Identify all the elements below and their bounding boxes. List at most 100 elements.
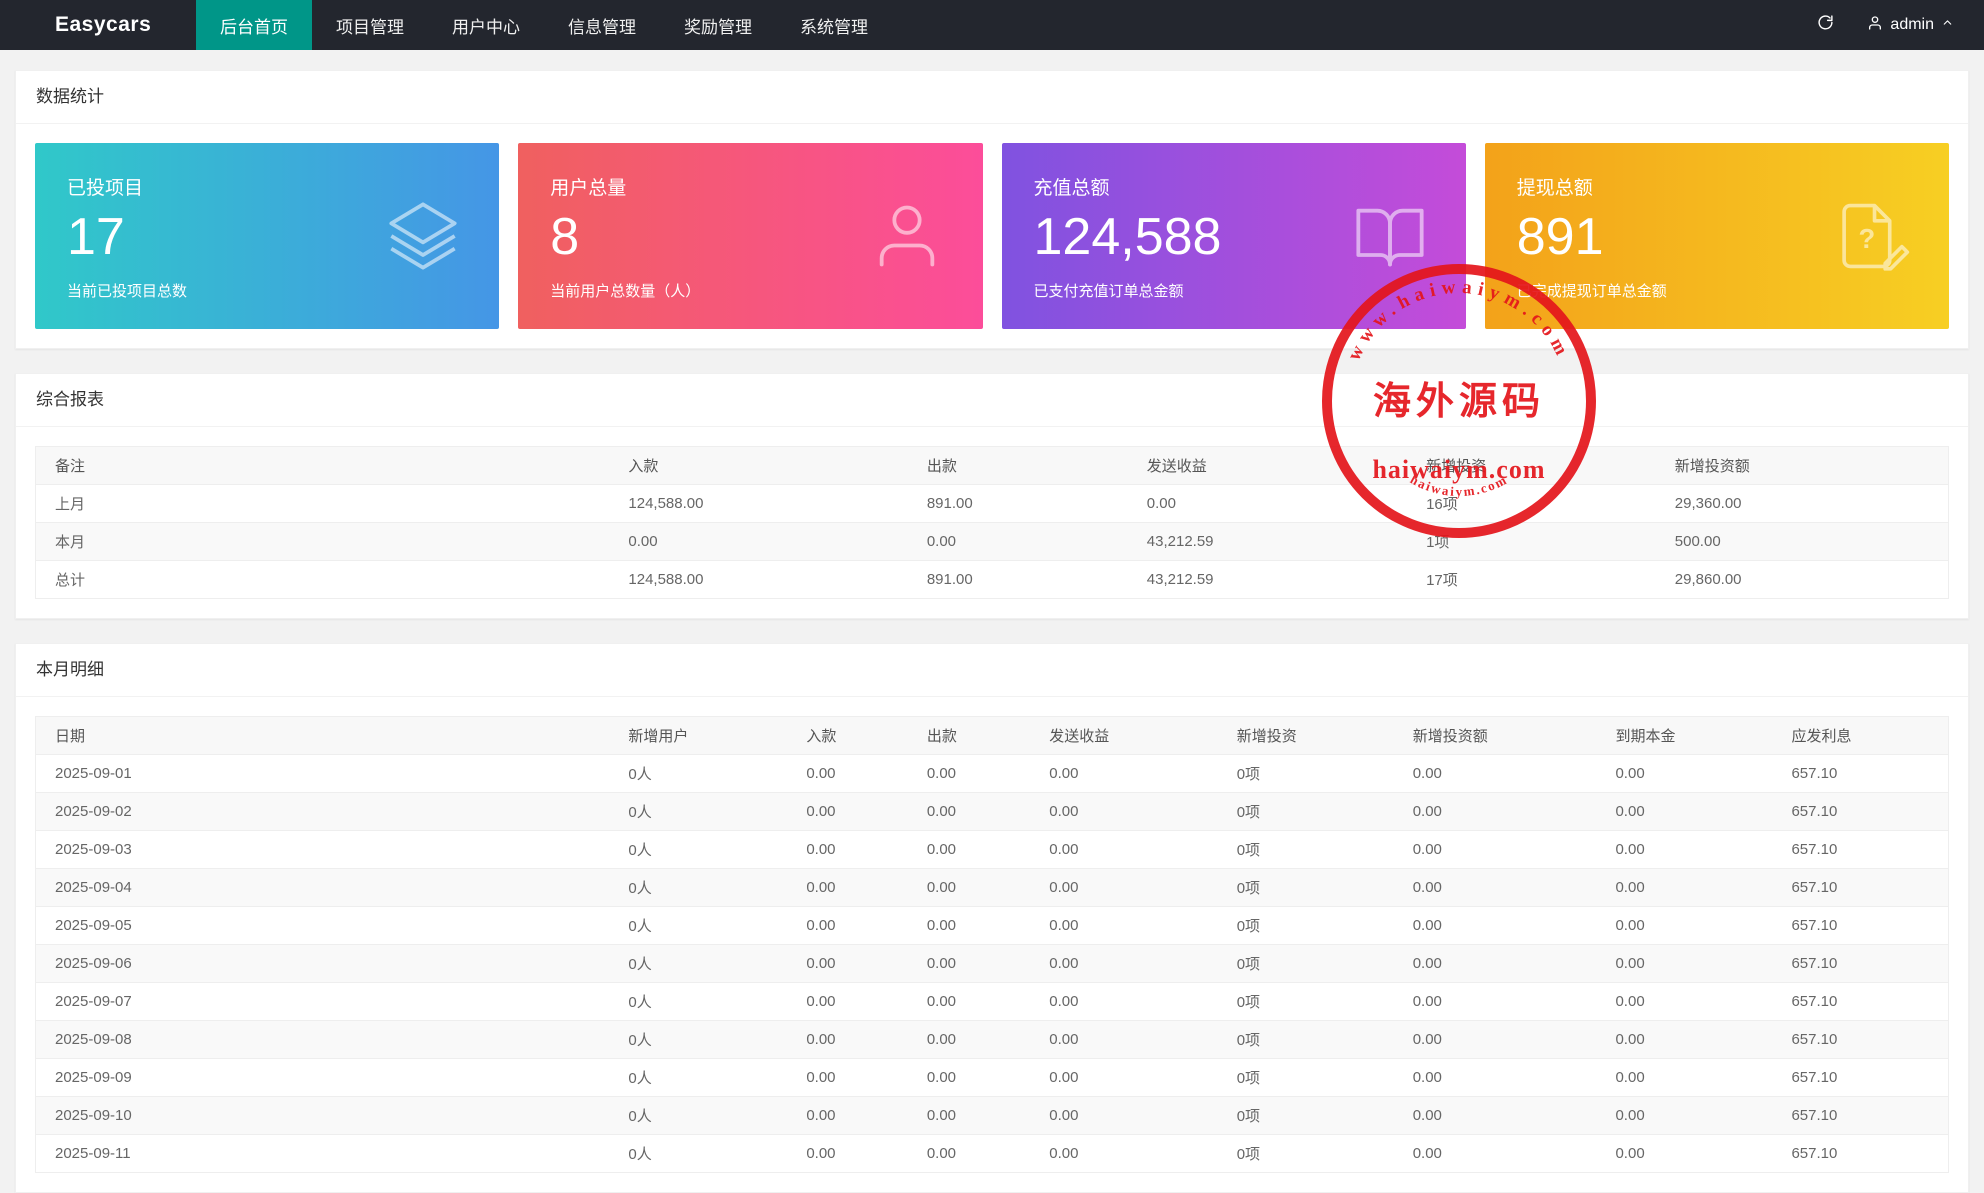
table-cell: 0.00 xyxy=(1030,869,1217,907)
column-header: 入款 xyxy=(787,717,908,755)
table-cell: 0.00 xyxy=(1030,907,1217,945)
table-cell: 2025-09-11 xyxy=(36,1135,610,1173)
table-cell: 0.00 xyxy=(1128,485,1407,523)
table-cell: 0.00 xyxy=(787,1097,908,1135)
column-header: 新增用户 xyxy=(609,717,787,755)
brand-logo: Easycars xyxy=(0,0,196,50)
table-cell: 0人 xyxy=(609,1135,787,1173)
column-header: 应发利息 xyxy=(1772,717,1948,755)
table-cell: 891.00 xyxy=(908,561,1128,599)
book-open-icon xyxy=(1352,198,1428,274)
table-cell: 891.00 xyxy=(908,485,1128,523)
table-cell: 2025-09-01 xyxy=(36,755,610,793)
nav-item-rewards[interactable]: 奖励管理 xyxy=(660,0,776,50)
table-cell: 0.00 xyxy=(908,1021,1030,1059)
table-cell: 0.00 xyxy=(1596,755,1772,793)
user-menu[interactable]: admin xyxy=(1853,0,1984,50)
svg-text:?: ? xyxy=(1859,223,1876,254)
table-cell: 657.10 xyxy=(1772,1021,1948,1059)
table-cell: 16项 xyxy=(1407,485,1656,523)
table-cell: 657.10 xyxy=(1772,869,1948,907)
nav-item-system[interactable]: 系统管理 xyxy=(776,0,892,50)
table-row: 2025-09-040人0.000.000.000项0.000.00657.10 xyxy=(36,869,1949,907)
column-header: 发送收益 xyxy=(1128,447,1407,485)
stat-desc: 当前已投项目总数 xyxy=(67,280,467,301)
table-cell: 2025-09-03 xyxy=(36,831,610,869)
table-cell: 0.00 xyxy=(1394,793,1597,831)
table-cell: 0.00 xyxy=(787,983,908,1021)
nav-item-info[interactable]: 信息管理 xyxy=(544,0,660,50)
stat-label: 用户总量 xyxy=(550,173,950,200)
user-icon xyxy=(1867,15,1883,36)
table-header-row: 备注入款出款发送收益新增投资新增投资额 xyxy=(36,447,1949,485)
table-cell: 500.00 xyxy=(1656,523,1949,561)
table-cell: 0.00 xyxy=(1596,1097,1772,1135)
stat-desc: 已完成提现订单总金额 xyxy=(1517,280,1917,301)
table-cell: 0.00 xyxy=(908,831,1030,869)
table-cell: 0人 xyxy=(609,793,787,831)
table-cell: 0人 xyxy=(609,1059,787,1097)
table-cell: 0.00 xyxy=(787,755,908,793)
table-cell: 0.00 xyxy=(1394,945,1597,983)
table-cell: 0项 xyxy=(1218,983,1394,1021)
table-cell: 0.00 xyxy=(787,1059,908,1097)
table-cell: 0项 xyxy=(1218,907,1394,945)
table-cell: 0.00 xyxy=(908,755,1030,793)
table-cell: 0.00 xyxy=(787,831,908,869)
table-cell: 0.00 xyxy=(1596,983,1772,1021)
table-cell: 0项 xyxy=(1218,1135,1394,1173)
table-cell: 2025-09-10 xyxy=(36,1097,610,1135)
column-header: 备注 xyxy=(36,447,610,485)
table-cell: 657.10 xyxy=(1772,945,1948,983)
column-header: 出款 xyxy=(908,447,1128,485)
username-label: admin xyxy=(1890,16,1934,34)
stat-card-total-recharge: 充值总额 124,588 已支付充值订单总金额 xyxy=(1002,143,1466,329)
table-row: 本月0.000.0043,212.591项500.00 xyxy=(36,523,1949,561)
table-cell: 0.00 xyxy=(1394,1097,1597,1135)
column-header: 入款 xyxy=(609,447,907,485)
table-cell: 0人 xyxy=(609,983,787,1021)
table-row: 2025-09-010人0.000.000.000项0.000.00657.10 xyxy=(36,755,1949,793)
refresh-button[interactable] xyxy=(1797,0,1853,50)
table-cell: 0.00 xyxy=(1030,831,1217,869)
table-cell: 43,212.59 xyxy=(1128,523,1407,561)
table-cell: 0.00 xyxy=(787,945,908,983)
table-row: 2025-09-020人0.000.000.000项0.000.00657.10 xyxy=(36,793,1949,831)
table-cell: 0.00 xyxy=(1030,1059,1217,1097)
table-cell: 0人 xyxy=(609,945,787,983)
table-cell: 0项 xyxy=(1218,945,1394,983)
table-row: 2025-09-070人0.000.000.000项0.000.00657.10 xyxy=(36,983,1949,1021)
column-header: 日期 xyxy=(36,717,610,755)
table-cell: 0.00 xyxy=(908,1059,1030,1097)
table-cell: 0项 xyxy=(1218,793,1394,831)
table-cell: 0.00 xyxy=(1394,1135,1597,1173)
nav-item-users[interactable]: 用户中心 xyxy=(428,0,544,50)
table-row: 2025-09-100人0.000.000.000项0.000.00657.10 xyxy=(36,1097,1949,1135)
nav-item-projects[interactable]: 项目管理 xyxy=(312,0,428,50)
monthly-detail-table: 日期新增用户入款出款发送收益新增投资新增投资额到期本金应发利息 2025-09-… xyxy=(35,716,1949,1173)
table-cell: 0项 xyxy=(1218,1021,1394,1059)
table-cell: 0.00 xyxy=(1596,907,1772,945)
nav-item-home[interactable]: 后台首页 xyxy=(196,0,312,50)
table-cell: 0.00 xyxy=(1030,793,1217,831)
stats-panel: 数据统计 已投项目 17 当前已投项目总数 用户总量 8 当前用户总数量（人） xyxy=(15,70,1969,349)
table-cell: 0.00 xyxy=(1030,755,1217,793)
column-header: 发送收益 xyxy=(1030,717,1217,755)
table-cell: 0.00 xyxy=(1596,945,1772,983)
column-header: 到期本金 xyxy=(1596,717,1772,755)
table-cell: 0项 xyxy=(1218,1097,1394,1135)
table-cell: 0.00 xyxy=(1394,755,1597,793)
stat-card-invested-projects: 已投项目 17 当前已投项目总数 xyxy=(35,143,499,329)
table-cell: 0.00 xyxy=(1394,983,1597,1021)
stat-card-total-withdraw: 提现总额 891 已完成提现订单总金额 ? xyxy=(1485,143,1949,329)
table-cell: 0人 xyxy=(609,755,787,793)
table-cell: 1项 xyxy=(1407,523,1656,561)
column-header: 出款 xyxy=(908,717,1030,755)
table-cell: 657.10 xyxy=(1772,1135,1948,1173)
main-nav: 后台首页 项目管理 用户中心 信息管理 奖励管理 系统管理 xyxy=(196,0,892,50)
table-cell: 0.00 xyxy=(787,869,908,907)
table-cell: 2025-09-04 xyxy=(36,869,610,907)
table-cell: 0.00 xyxy=(908,793,1030,831)
table-cell: 2025-09-02 xyxy=(36,793,610,831)
column-header: 新增投资 xyxy=(1407,447,1656,485)
